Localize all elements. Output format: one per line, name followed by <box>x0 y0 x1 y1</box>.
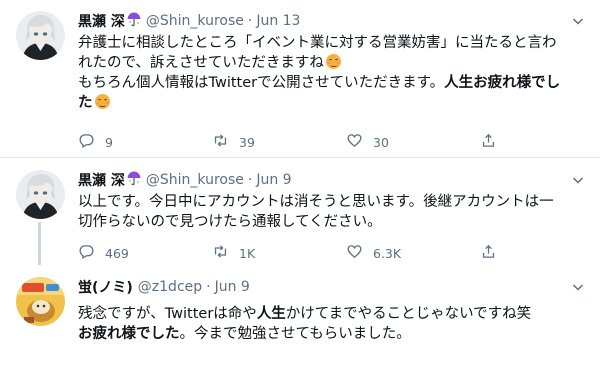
smiling-face-icon <box>94 94 110 109</box>
retweet-count: 1K <box>239 245 256 261</box>
author-name[interactable]: 蛍(ノミ) <box>78 277 133 297</box>
reply-icon <box>78 243 105 263</box>
retweet-button[interactable]: 39 <box>212 132 346 152</box>
author-handle[interactable]: @z1dcep <box>138 279 202 295</box>
tweet-text: 残念ですが、Twitterは命や人生かけてまでやることじゃないですね笑 お疲れ様… <box>78 306 532 342</box>
retweet-button[interactable]: 1K <box>212 243 346 263</box>
author-name[interactable]: 黒瀬 深 <box>78 11 125 31</box>
retweet-count: 39 <box>239 134 255 150</box>
share-button[interactable] <box>480 132 600 152</box>
like-button[interactable]: 6.3K <box>346 243 480 263</box>
reply-count: 9 <box>105 134 113 150</box>
reply-button[interactable]: 469 <box>78 243 212 263</box>
author-handle[interactable]: @Shin_kurose <box>146 172 244 188</box>
like-icon <box>346 132 373 152</box>
reply-icon <box>78 132 105 152</box>
share-icon <box>480 243 507 263</box>
reply-count: 469 <box>105 245 129 261</box>
smiling-face-icon <box>325 54 341 69</box>
chevron-down-icon[interactable] <box>570 172 586 188</box>
like-count: 6.3K <box>373 245 402 261</box>
thread-line <box>38 222 41 265</box>
chevron-down-icon[interactable] <box>570 279 586 295</box>
umbrella-icon <box>126 170 142 190</box>
share-button[interactable] <box>480 243 600 263</box>
reply-button[interactable]: 9 <box>78 132 212 152</box>
tweet-actions: 469 1K 6.3K <box>78 243 600 263</box>
umbrella-icon <box>126 11 142 31</box>
tweet[interactable]: 蛍(ノミ) @z1dcep · Jun 9 残念ですが、Twitterは命や人生… <box>0 265 600 381</box>
tweet-text: 弁護士に相談したところ「イベント業に対する営業妨害」に当たると言わ れたので、訴… <box>78 35 561 111</box>
tweet-actions: 9 39 30 <box>78 132 600 152</box>
tweet-text: 以上です。今日中にアカウントは消そうと思います。後継アカウントは一 切作らないの… <box>78 194 554 230</box>
author-handle[interactable]: @Shin_kurose <box>146 13 244 29</box>
like-button[interactable]: 30 <box>346 132 480 152</box>
retweet-icon <box>212 132 239 152</box>
avatar[interactable] <box>16 170 65 219</box>
like-count: 30 <box>373 134 389 150</box>
tweet-date[interactable]: Jun 9 <box>215 279 250 295</box>
avatar[interactable] <box>16 277 65 326</box>
tweet-date[interactable]: Jun 9 <box>256 172 291 188</box>
avatar[interactable] <box>16 11 65 60</box>
author-name[interactable]: 黒瀬 深 <box>78 170 125 190</box>
share-icon <box>480 132 507 152</box>
retweet-icon <box>212 243 239 263</box>
like-icon <box>346 243 373 263</box>
tweet[interactable]: 黒瀬 深 @Shin_kurose · Jun 13 弁護士に相談したところ「イ… <box>0 0 600 157</box>
tweet[interactable]: 黒瀬 深 @Shin_kurose · Jun 9 以上です。今日中にアカウント… <box>0 158 600 265</box>
chevron-down-icon[interactable] <box>570 13 586 29</box>
tweet-date[interactable]: Jun 13 <box>256 13 300 29</box>
